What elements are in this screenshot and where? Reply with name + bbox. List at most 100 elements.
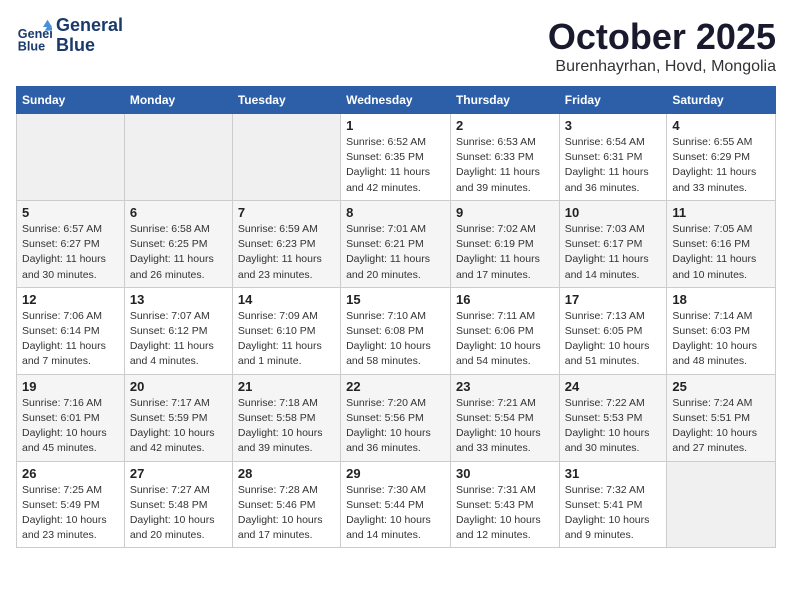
calendar-cell: 7 Sunrise: 6:59 AMSunset: 6:23 PMDaylight… (232, 200, 340, 287)
day-info: Sunrise: 7:16 AMSunset: 6:01 PMDaylight:… (22, 396, 119, 457)
day-number: 4 (672, 118, 770, 133)
day-info: Sunrise: 7:21 AMSunset: 5:54 PMDaylight:… (456, 396, 554, 457)
day-number: 24 (565, 379, 662, 394)
day-info: Sunrise: 6:58 AMSunset: 6:25 PMDaylight:… (130, 222, 227, 283)
calendar-week-row: 5 Sunrise: 6:57 AMSunset: 6:27 PMDaylight… (17, 200, 776, 287)
day-info: Sunrise: 6:59 AMSunset: 6:23 PMDaylight:… (238, 222, 335, 283)
calendar-cell (232, 114, 340, 201)
day-info: Sunrise: 7:14 AMSunset: 6:03 PMDaylight:… (672, 309, 770, 370)
day-number: 30 (456, 466, 554, 481)
weekday-header: Saturday (667, 87, 776, 114)
day-info: Sunrise: 7:06 AMSunset: 6:14 PMDaylight:… (22, 309, 119, 370)
svg-text:Blue: Blue (18, 39, 45, 53)
calendar-cell: 26 Sunrise: 7:25 AMSunset: 5:49 PMDayligh… (17, 461, 125, 548)
day-info: Sunrise: 7:18 AMSunset: 5:58 PMDaylight:… (238, 396, 335, 457)
day-number: 1 (346, 118, 445, 133)
calendar-cell: 14 Sunrise: 7:09 AMSunset: 6:10 PMDayligh… (232, 287, 340, 374)
day-number: 2 (456, 118, 554, 133)
day-number: 26 (22, 466, 119, 481)
day-info: Sunrise: 7:20 AMSunset: 5:56 PMDaylight:… (346, 396, 445, 457)
calendar-cell: 10 Sunrise: 7:03 AMSunset: 6:17 PMDayligh… (559, 200, 667, 287)
day-number: 5 (22, 205, 119, 220)
calendar-cell: 1Sunrise: 6:52 AMSunset: 6:35 PMDaylight… (341, 114, 451, 201)
day-number: 21 (238, 379, 335, 394)
logo-icon: General Blue (16, 18, 52, 54)
day-number: 10 (565, 205, 662, 220)
day-number: 18 (672, 292, 770, 307)
day-number: 28 (238, 466, 335, 481)
day-info: Sunrise: 7:17 AMSunset: 5:59 PMDaylight:… (130, 396, 227, 457)
calendar-cell: 22 Sunrise: 7:20 AMSunset: 5:56 PMDayligh… (341, 374, 451, 461)
calendar-cell: 24 Sunrise: 7:22 AMSunset: 5:53 PMDayligh… (559, 374, 667, 461)
day-info: Sunrise: 6:57 AMSunset: 6:27 PMDaylight:… (22, 222, 119, 283)
day-info: Sunrise: 7:25 AMSunset: 5:49 PMDaylight:… (22, 483, 119, 544)
day-number: 22 (346, 379, 445, 394)
day-info: Sunrise: 7:02 AMSunset: 6:19 PMDaylight:… (456, 222, 554, 283)
day-number: 11 (672, 205, 770, 220)
day-info: Sunrise: 7:30 AMSunset: 5:44 PMDaylight:… (346, 483, 445, 544)
day-info: Sunrise: 7:24 AMSunset: 5:51 PMDaylight:… (672, 396, 770, 457)
calendar-cell: 23 Sunrise: 7:21 AMSunset: 5:54 PMDayligh… (450, 374, 559, 461)
weekday-header: Friday (559, 87, 667, 114)
weekday-header: Tuesday (232, 87, 340, 114)
title-block: October 2025 Burenhayrhan, Hovd, Mongoli… (548, 16, 776, 76)
calendar-cell: 19 Sunrise: 7:16 AMSunset: 6:01 PMDayligh… (17, 374, 125, 461)
location-title: Burenhayrhan, Hovd, Mongolia (548, 58, 776, 76)
calendar-cell: 17Sunrise: 7:13 AMSunset: 6:05 PMDayligh… (559, 287, 667, 374)
calendar-cell (17, 114, 125, 201)
calendar-cell: 8 Sunrise: 7:01 AMSunset: 6:21 PMDaylight… (341, 200, 451, 287)
logo: General Blue General Blue (16, 16, 123, 56)
calendar-cell: 30 Sunrise: 7:31 AMSunset: 5:43 PMDayligh… (450, 461, 559, 548)
calendar-cell: 12 Sunrise: 7:06 AMSunset: 6:14 PMDayligh… (17, 287, 125, 374)
weekday-header: Monday (124, 87, 232, 114)
day-number: 31 (565, 466, 662, 481)
calendar-cell: 25 Sunrise: 7:24 AMSunset: 5:51 PMDayligh… (667, 374, 776, 461)
day-info: Sunrise: 7:31 AMSunset: 5:43 PMDaylight:… (456, 483, 554, 544)
weekday-header: Sunday (17, 87, 125, 114)
day-number: 9 (456, 205, 554, 220)
day-number: 19 (22, 379, 119, 394)
month-title: October 2025 (548, 16, 776, 58)
calendar-cell: 18 Sunrise: 7:14 AMSunset: 6:03 PMDayligh… (667, 287, 776, 374)
day-number: 7 (238, 205, 335, 220)
day-number: 20 (130, 379, 227, 394)
calendar-cell: 11 Sunrise: 7:05 AMSunset: 6:16 PMDayligh… (667, 200, 776, 287)
day-info: Sunrise: 7:07 AMSunset: 6:12 PMDaylight:… (130, 309, 227, 370)
calendar-table: SundayMondayTuesdayWednesdayThursdayFrid… (16, 86, 776, 548)
day-number: 29 (346, 466, 445, 481)
day-number: 15 (346, 292, 445, 307)
day-number: 27 (130, 466, 227, 481)
weekday-header-row: SundayMondayTuesdayWednesdayThursdayFrid… (17, 87, 776, 114)
calendar-cell: 6 Sunrise: 6:58 AMSunset: 6:25 PMDaylight… (124, 200, 232, 287)
calendar-cell: 21 Sunrise: 7:18 AMSunset: 5:58 PMDayligh… (232, 374, 340, 461)
weekday-header: Thursday (450, 87, 559, 114)
day-number: 14 (238, 292, 335, 307)
day-info: Sunrise: 7:03 AMSunset: 6:17 PMDaylight:… (565, 222, 662, 283)
day-info: Sunrise: 6:53 AMSunset: 6:33 PMDaylight:… (456, 135, 554, 196)
day-info: Sunrise: 7:01 AMSunset: 6:21 PMDaylight:… (346, 222, 445, 283)
calendar-cell: 3Sunrise: 6:54 AMSunset: 6:31 PMDaylight… (559, 114, 667, 201)
day-number: 23 (456, 379, 554, 394)
calendar-cell: 4Sunrise: 6:55 AMSunset: 6:29 PMDaylight… (667, 114, 776, 201)
calendar-week-row: 12 Sunrise: 7:06 AMSunset: 6:14 PMDayligh… (17, 287, 776, 374)
calendar-week-row: 1Sunrise: 6:52 AMSunset: 6:35 PMDaylight… (17, 114, 776, 201)
day-number: 8 (346, 205, 445, 220)
day-info: Sunrise: 7:22 AMSunset: 5:53 PMDaylight:… (565, 396, 662, 457)
calendar-cell: 27Sunrise: 7:27 AMSunset: 5:48 PMDayligh… (124, 461, 232, 548)
day-info: Sunrise: 7:11 AMSunset: 6:06 PMDaylight:… (456, 309, 554, 370)
calendar-cell (667, 461, 776, 548)
day-info: Sunrise: 7:05 AMSunset: 6:16 PMDaylight:… (672, 222, 770, 283)
calendar-cell: 28Sunrise: 7:28 AMSunset: 5:46 PMDayligh… (232, 461, 340, 548)
day-number: 25 (672, 379, 770, 394)
day-info: Sunrise: 7:09 AMSunset: 6:10 PMDaylight:… (238, 309, 335, 370)
calendar-cell: 31Sunrise: 7:32 AMSunset: 5:41 PMDayligh… (559, 461, 667, 548)
day-number: 17 (565, 292, 662, 307)
page-header: General Blue General Blue October 2025 B… (16, 16, 776, 76)
calendar-cell: 15Sunrise: 7:10 AMSunset: 6:08 PMDayligh… (341, 287, 451, 374)
day-number: 16 (456, 292, 554, 307)
day-number: 6 (130, 205, 227, 220)
weekday-header: Wednesday (341, 87, 451, 114)
day-number: 12 (22, 292, 119, 307)
calendar-cell: 2 Sunrise: 6:53 AMSunset: 6:33 PMDaylight… (450, 114, 559, 201)
calendar-week-row: 19 Sunrise: 7:16 AMSunset: 6:01 PMDayligh… (17, 374, 776, 461)
